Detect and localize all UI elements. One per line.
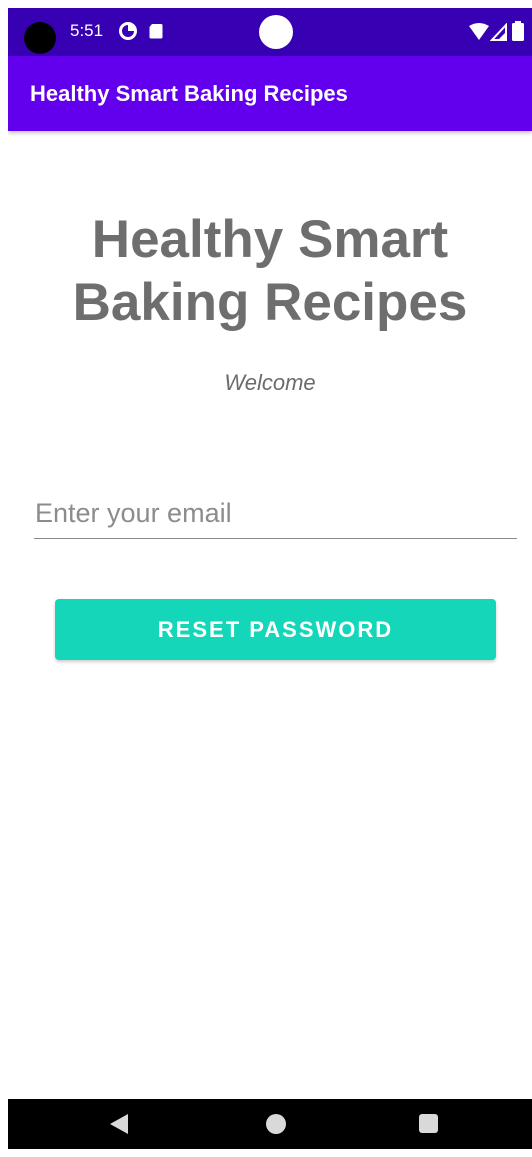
- app-bar-title: Healthy Smart Baking Recipes: [30, 81, 348, 106]
- welcome-text: Welcome: [224, 370, 316, 395]
- signal-icon: [490, 23, 507, 41]
- status-bar: 5:51: [8, 8, 532, 56]
- battery-icon: [512, 21, 524, 41]
- page-title: Healthy Smart Baking Recipes: [8, 208, 532, 334]
- recents-icon[interactable]: [419, 1114, 438, 1133]
- email-input[interactable]: [34, 495, 517, 539]
- navigation-bar: [8, 1099, 532, 1149]
- wifi-icon: [469, 23, 489, 40]
- reset-password-button[interactable]: RESET PASSWORD: [55, 599, 496, 660]
- page-title-line-2: Baking Recipes: [72, 273, 468, 332]
- page-title-line-1: Healthy Smart: [91, 210, 449, 269]
- camera-cutout-icon: [24, 22, 56, 54]
- sd-card-icon: [149, 24, 163, 39]
- home-icon[interactable]: [266, 1114, 286, 1134]
- status-time: 5:51: [70, 21, 104, 40]
- data-saver-icon: [119, 22, 137, 40]
- back-icon[interactable]: [110, 1114, 128, 1134]
- front-camera-icon: [259, 15, 293, 49]
- screen: 5:51 Healthy Smart Baking Recipes Health…: [8, 8, 532, 1149]
- app-bar: Healthy Smart Baking Recipes: [8, 56, 532, 131]
